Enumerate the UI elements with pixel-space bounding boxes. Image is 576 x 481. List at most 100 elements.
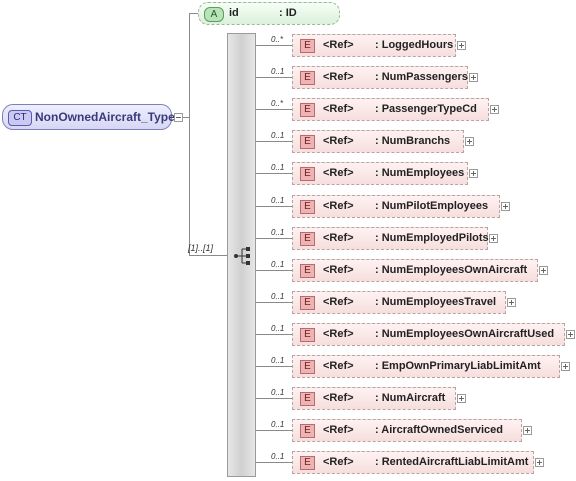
element-badge: E bbox=[300, 296, 315, 310]
sequence-icon bbox=[234, 247, 250, 265]
connector-line bbox=[256, 430, 292, 431]
connector-line bbox=[256, 77, 292, 78]
element-badge: E bbox=[300, 71, 315, 85]
element-ref: <Ref> bbox=[323, 200, 354, 212]
element-cardinality: 0..1 bbox=[271, 228, 285, 237]
element-ref: <Ref> bbox=[323, 71, 354, 83]
expand-toggle-icon[interactable] bbox=[535, 458, 544, 467]
element-ref: <Ref> bbox=[323, 456, 354, 468]
element-cardinality: 0..* bbox=[271, 35, 284, 44]
expand-toggle-icon[interactable] bbox=[523, 426, 532, 435]
element-ref: <Ref> bbox=[323, 360, 354, 372]
element-cardinality: 0..1 bbox=[271, 388, 285, 397]
element-name: : EmpOwnPrimaryLiabLimitAmt bbox=[375, 360, 541, 372]
attribute-badge: A bbox=[204, 7, 224, 22]
element-cardinality: 0..1 bbox=[271, 452, 285, 461]
element-ref: <Ref> bbox=[323, 167, 354, 179]
element-node[interactable]: E <Ref> : RentedAircraftLiabLimitAmt bbox=[292, 451, 534, 474]
attribute-type: : ID bbox=[279, 7, 297, 19]
sequence-cardinality: [1]..[1] bbox=[188, 243, 214, 253]
expand-toggle-icon[interactable] bbox=[490, 105, 499, 114]
element-ref: <Ref> bbox=[323, 103, 354, 115]
element-badge: E bbox=[300, 200, 315, 214]
element-node[interactable]: E <Ref> : NumEmployees bbox=[292, 162, 468, 185]
element-ref: <Ref> bbox=[323, 264, 354, 276]
element-cardinality: 0..1 bbox=[271, 131, 285, 140]
expand-toggle-icon[interactable] bbox=[457, 394, 466, 403]
element-node[interactable]: E <Ref>: NumAircraft bbox=[292, 387, 456, 410]
connector-line bbox=[189, 255, 227, 256]
element-badge: E bbox=[300, 424, 315, 438]
connector-line bbox=[256, 109, 292, 110]
connector-trunk bbox=[189, 13, 190, 255]
expand-toggle-icon[interactable] bbox=[501, 202, 510, 211]
connector-line bbox=[256, 206, 292, 207]
element-name: : NumEmployees bbox=[375, 167, 465, 179]
connector-line bbox=[256, 462, 292, 463]
element-node[interactable]: E <Ref> : PassengerTypeCd bbox=[292, 98, 489, 121]
element-node[interactable]: E <Ref> : NumPassengers bbox=[292, 66, 468, 89]
element-name: : AircraftOwnedServiced bbox=[375, 424, 503, 436]
connector-line bbox=[256, 302, 292, 303]
element-badge: E bbox=[300, 328, 315, 342]
element-badge: E bbox=[300, 232, 315, 246]
element-ref: <Ref> bbox=[323, 232, 354, 244]
element-cardinality: 0..1 bbox=[271, 292, 285, 301]
element-ref: <Ref> bbox=[323, 135, 354, 147]
expand-toggle-icon[interactable] bbox=[566, 330, 575, 339]
element-name: : LoggedHours bbox=[375, 39, 454, 51]
element-badge: E bbox=[300, 456, 315, 470]
element-ref: <Ref> bbox=[323, 424, 354, 436]
element-node[interactable]: E <Ref>: NumBranchs bbox=[292, 130, 464, 153]
attribute-name: id bbox=[229, 7, 239, 19]
complex-type-name: NonOwnedAircraft_Type bbox=[35, 110, 175, 124]
element-name: : PassengerTypeCd bbox=[375, 103, 477, 115]
element-ref: <Ref> bbox=[323, 328, 354, 340]
connector-line bbox=[256, 398, 292, 399]
element-cardinality: 0..* bbox=[271, 99, 284, 108]
element-node[interactable]: E <Ref> : EmpOwnPrimaryLiabLimitAmt bbox=[292, 355, 560, 378]
connector-line bbox=[256, 141, 292, 142]
expand-toggle-icon[interactable] bbox=[457, 41, 466, 50]
element-name: : NumEmployeesOwnAircraftUsed bbox=[375, 328, 555, 340]
connector-line bbox=[256, 45, 292, 46]
attribute-node[interactable]: A id : ID bbox=[198, 2, 340, 25]
connector-line bbox=[256, 238, 292, 239]
element-node[interactable]: E <Ref>: NumEmployeesTravel bbox=[292, 291, 506, 314]
element-badge: E bbox=[300, 167, 315, 181]
element-cardinality: 0..1 bbox=[271, 67, 285, 76]
connector-line bbox=[256, 334, 292, 335]
element-name: : NumEmployedPilots bbox=[375, 232, 489, 244]
expand-toggle-icon[interactable] bbox=[507, 298, 516, 307]
expand-toggle-icon[interactable] bbox=[489, 234, 498, 243]
element-name: : NumEmployeesOwnAircraft bbox=[375, 264, 528, 276]
complex-type-badge: CT bbox=[8, 110, 32, 126]
element-node[interactable]: E <Ref>: LoggedHours bbox=[292, 34, 456, 57]
element-badge: E bbox=[300, 360, 315, 374]
element-ref: <Ref> bbox=[323, 39, 354, 51]
element-badge: E bbox=[300, 103, 315, 117]
element-cardinality: 0..1 bbox=[271, 324, 285, 333]
expand-toggle-icon[interactable] bbox=[469, 169, 478, 178]
collapse-toggle-icon[interactable] bbox=[174, 113, 183, 122]
element-name: : NumPassengers bbox=[375, 71, 468, 83]
expand-toggle-icon[interactable] bbox=[469, 73, 478, 82]
element-node[interactable]: E <Ref> : NumEmployedPilots bbox=[292, 227, 489, 250]
expand-toggle-icon[interactable] bbox=[561, 362, 570, 371]
element-badge: E bbox=[300, 135, 315, 149]
element-cardinality: 0..1 bbox=[271, 260, 285, 269]
element-name: : RentedAircraftLiabLimitAmt bbox=[375, 456, 529, 468]
element-node[interactable]: E <Ref> : AircraftOwnedServiced bbox=[292, 419, 522, 442]
element-cardinality: 0..1 bbox=[271, 196, 285, 205]
element-node[interactable]: E <Ref> : NumEmployeesOwnAircraftUsed bbox=[292, 323, 565, 346]
element-node[interactable]: E <Ref> : NumEmployeesOwnAircraft bbox=[292, 259, 538, 282]
element-cardinality: 0..1 bbox=[271, 356, 285, 365]
expand-toggle-icon[interactable] bbox=[539, 266, 548, 275]
element-ref: <Ref> bbox=[323, 392, 354, 404]
element-name: : NumAircraft bbox=[375, 392, 446, 404]
complex-type-node[interactable]: CT NonOwnedAircraft_Type bbox=[2, 104, 175, 130]
connector-line bbox=[256, 270, 292, 271]
element-badge: E bbox=[300, 264, 315, 278]
element-node[interactable]: E <Ref>: NumPilotEmployees bbox=[292, 195, 500, 218]
expand-toggle-icon[interactable] bbox=[465, 137, 474, 146]
